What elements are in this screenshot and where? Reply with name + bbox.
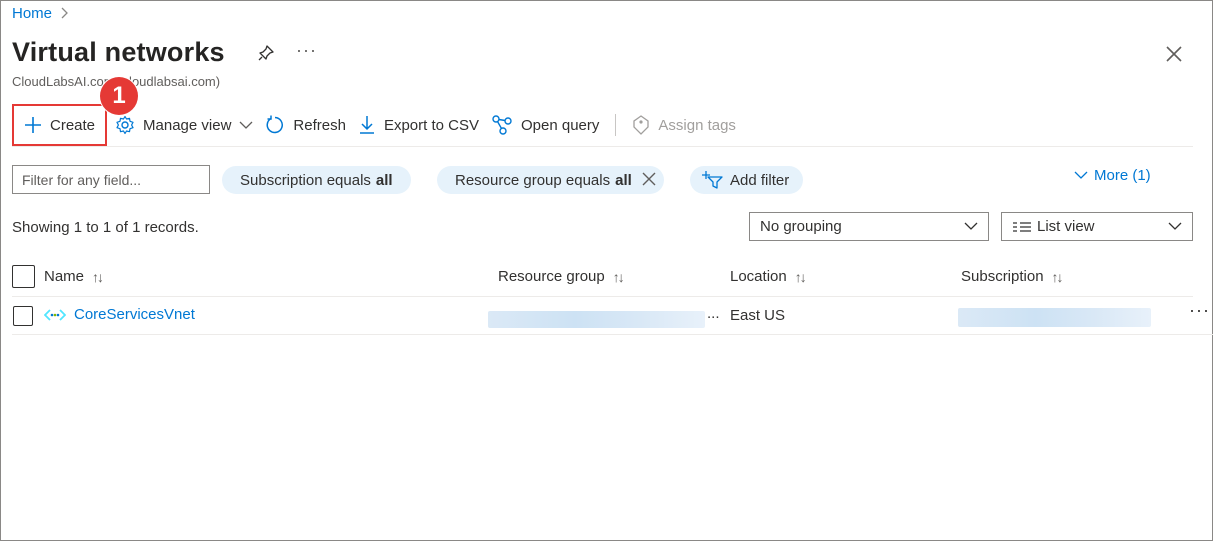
more-filters-label: More (1) — [1094, 167, 1151, 184]
view-dropdown[interactable]: List view — [1001, 212, 1193, 241]
create-label: Create — [50, 116, 96, 134]
column-header-subscription[interactable]: Subscription ↑↓ — [961, 265, 1064, 288]
close-icon[interactable] — [1164, 44, 1184, 64]
view-value: List view — [1037, 218, 1095, 235]
open-query-button[interactable]: Open query — [485, 104, 605, 146]
chevron-down-icon — [964, 222, 978, 230]
tag-icon — [633, 115, 650, 135]
chevron-down-icon — [1074, 171, 1088, 179]
pin-icon[interactable] — [257, 44, 275, 62]
resource-group-filter-pill[interactable]: Resource group equals all — [437, 166, 664, 194]
redacted-subscription — [958, 308, 1151, 327]
grouping-dropdown[interactable]: No grouping — [749, 212, 989, 241]
grouping-value: No grouping — [760, 218, 842, 235]
subscription-filter-text: Subscription equals — [240, 171, 371, 189]
column-name-label: Name — [44, 268, 85, 285]
create-button[interactable]: Create — [12, 104, 108, 146]
manage-view-label: Manage view — [143, 116, 232, 134]
refresh-button[interactable]: Refresh — [259, 104, 352, 146]
toolbar-divider-line — [12, 146, 1193, 147]
resource-group-ellipsis: ... — [707, 305, 720, 322]
chevron-right-icon — [60, 6, 69, 22]
select-all-checkbox[interactable] — [12, 265, 35, 288]
column-subscription-label: Subscription — [961, 268, 1044, 285]
sort-icon: ↑↓ — [1051, 268, 1064, 285]
breadcrumb: Home — [12, 5, 69, 22]
column-resource-group-label: Resource group — [498, 268, 605, 285]
virtual-network-icon — [44, 308, 66, 321]
filter-input[interactable] — [12, 165, 210, 194]
row-checkbox[interactable] — [13, 306, 33, 326]
table-row: CoreServicesVnet ... East US ··· — [12, 297, 1213, 335]
refresh-label: Refresh — [293, 116, 346, 134]
add-filter-label: Add filter — [730, 171, 790, 189]
column-header-name[interactable]: Name ↑↓ — [44, 265, 104, 288]
sort-icon: ↑↓ — [794, 268, 807, 285]
sort-icon: ↑↓ — [612, 268, 625, 285]
chevron-down-icon — [239, 121, 253, 129]
more-filters-button[interactable]: More (1) — [1074, 167, 1151, 184]
location-cell: East US — [730, 307, 786, 324]
export-csv-button[interactable]: Export to CSV — [352, 104, 485, 146]
manage-view-button[interactable]: Manage view — [109, 104, 259, 146]
resource-name-link[interactable]: CoreServicesVnet — [74, 306, 195, 323]
subscription-filter-pill[interactable]: Subscription equals all — [222, 166, 411, 194]
row-more-options-icon[interactable]: ··· — [1189, 300, 1210, 321]
sort-icon: ↑↓ — [92, 268, 104, 285]
resource-group-filter-value: all — [615, 171, 632, 189]
resource-name-cell: CoreServicesVnet — [44, 306, 195, 323]
download-icon — [359, 116, 374, 134]
column-header-resource-group[interactable]: Resource group ↑↓ — [498, 265, 625, 288]
remove-filter-icon[interactable] — [642, 170, 656, 191]
step-callout-badge: 1 — [100, 77, 138, 115]
more-options-icon[interactable]: ··· — [296, 40, 317, 61]
export-csv-label: Export to CSV — [383, 116, 479, 134]
records-count: Showing 1 to 1 of 1 records. — [12, 219, 199, 236]
assign-tags-button[interactable]: Assign tags — [626, 104, 742, 146]
query-icon — [492, 115, 512, 135]
plus-icon — [25, 117, 41, 133]
list-view-icon — [1013, 221, 1031, 232]
toolbar-divider — [615, 114, 617, 136]
gear-icon — [116, 115, 134, 135]
refresh-icon — [266, 115, 284, 134]
chevron-down-icon — [1168, 222, 1182, 230]
column-header-location[interactable]: Location ↑↓ — [730, 265, 807, 288]
header-select-all — [12, 265, 35, 288]
add-filter-button[interactable]: Add filter — [690, 166, 804, 194]
column-location-label: Location — [730, 268, 787, 285]
add-filter-icon — [702, 171, 723, 189]
open-query-label: Open query — [521, 116, 600, 134]
assign-tags-label: Assign tags — [658, 116, 736, 134]
table-header: Name ↑↓ Resource group ↑↓ Location ↑↓ Su… — [12, 258, 1193, 297]
page-title: Virtual networks — [12, 37, 225, 67]
breadcrumb-home-link[interactable]: Home — [12, 5, 52, 22]
redacted-resource-group — [488, 311, 705, 328]
subscription-filter-value: all — [375, 171, 393, 189]
resource-group-filter-text: Resource group equals — [455, 171, 611, 189]
